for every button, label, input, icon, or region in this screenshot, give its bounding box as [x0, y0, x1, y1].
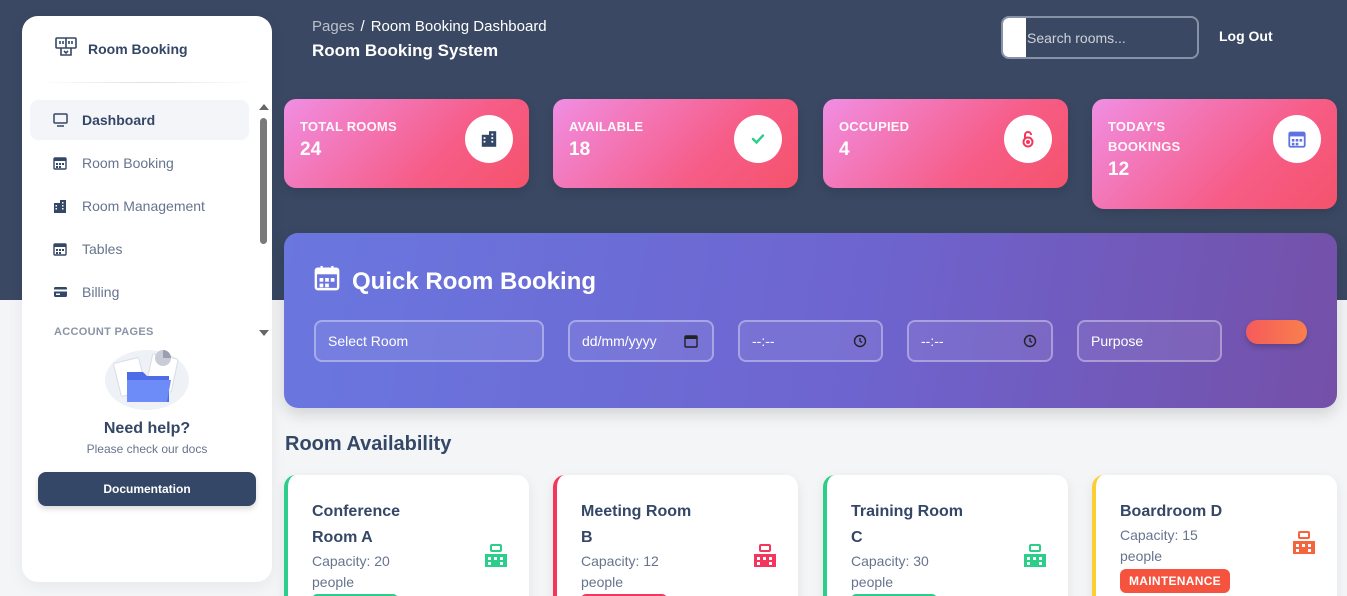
sidebar-item-billing[interactable]: Billing — [30, 272, 249, 312]
sidebar-item-dashboard[interactable]: Dashboard — [30, 100, 249, 140]
sidebar-nav: Dashboard Room Booking Room Management T… — [30, 100, 272, 338]
room-select-placeholder: Select Room — [328, 333, 409, 349]
scroll-up-arrow-icon[interactable] — [259, 104, 269, 110]
calendar-picker-icon[interactable] — [684, 334, 698, 351]
calendar-grid-icon — [52, 241, 68, 257]
sidebar-scrollbar[interactable] — [258, 102, 269, 338]
room-capacity: Capacity: 15 people — [1120, 527, 1198, 564]
stat-card-total-rooms: TOTAL ROOMS 24 — [284, 99, 529, 188]
sidebar-item-room-booking[interactable]: Room Booking — [30, 143, 249, 183]
folder-illustration-icon — [97, 342, 197, 412]
room-name: Meeting Room B — [581, 503, 692, 546]
start-time-placeholder: --:-- — [752, 333, 775, 349]
brand-divider — [38, 82, 256, 83]
search-box[interactable] — [1001, 16, 1199, 59]
building-icon — [52, 198, 68, 214]
sidebar-item-label: Tables — [82, 241, 123, 257]
stat-card-todays-bookings: TODAY'S BOOKINGS 12 — [1092, 99, 1337, 209]
sidebar-item-room-management[interactable]: Room Management — [30, 186, 249, 226]
stat-label: TODAY'S BOOKINGS — [1108, 119, 1181, 154]
building-icon — [483, 543, 509, 574]
status-badge: MAINTENANCE — [1120, 569, 1230, 593]
sidebar: Room Booking Dashboard Room Booking Room… — [22, 16, 272, 582]
breadcrumb-root[interactable]: Pages — [312, 18, 355, 35]
stat-label: AVAILABLE — [569, 119, 644, 134]
room-card-boardroom-d[interactable]: Boardroom D Capacity: 15 people MAINTENA… — [1092, 475, 1337, 596]
stat-card-available: AVAILABLE 18 — [553, 99, 798, 188]
logout-link[interactable]: Log Out — [1219, 28, 1273, 44]
quick-booking-heading: Quick Room Booking — [314, 265, 596, 298]
room-capacity: Capacity: 30 people — [851, 553, 929, 590]
room-name: Conference Room A — [312, 503, 401, 546]
calendar-icon — [52, 155, 68, 171]
brand[interactable]: Room Booking — [22, 16, 272, 82]
room-card-meeting-b[interactable]: Meeting Room B Capacity: 12 people — [553, 475, 798, 596]
room-capacity: Capacity: 20 people — [312, 553, 390, 590]
calendar-icon — [314, 265, 340, 298]
quick-booking-title: Quick Room Booking — [352, 267, 597, 295]
check-icon — [734, 115, 782, 163]
stat-card-occupied: OCCUPIED 4 — [823, 99, 1068, 188]
scrollbar-thumb[interactable] — [260, 118, 267, 244]
sidebar-item-label: Dashboard — [82, 112, 156, 128]
breadcrumb: Pages / Room Booking Dashboard — [312, 18, 547, 35]
unlock-icon — [1004, 115, 1052, 163]
room-booking-logo-icon — [54, 35, 78, 64]
start-time-input[interactable]: --:-- — [738, 320, 883, 362]
sidebar-item-label: Room Management — [82, 198, 205, 214]
room-select[interactable]: Select Room — [314, 320, 544, 362]
date-input[interactable]: dd/mm/yyyy — [568, 320, 714, 362]
date-placeholder: dd/mm/yyyy — [582, 333, 657, 349]
book-room-button[interactable] — [1246, 320, 1307, 344]
room-capacity: Capacity: 12 people — [581, 553, 659, 590]
search-icon-slot — [1003, 18, 1026, 57]
help-subtitle: Please check our docs — [86, 442, 208, 456]
room-card-training-c[interactable]: Training Room C Capacity: 30 people — [823, 475, 1068, 596]
purpose-placeholder: Purpose — [1091, 333, 1144, 349]
building-icon — [465, 115, 513, 163]
calendar-icon — [1273, 115, 1321, 163]
purpose-input[interactable]: Purpose — [1077, 320, 1222, 362]
scroll-down-arrow-icon[interactable] — [259, 330, 269, 336]
documentation-button[interactable]: Documentation — [38, 472, 256, 506]
help-card: Need help? Please check our docs — [22, 342, 272, 456]
credit-card-icon — [52, 284, 68, 300]
clock-icon[interactable] — [1023, 334, 1037, 351]
sidebar-item-tables[interactable]: Tables — [30, 229, 249, 269]
brand-name: Room Booking — [88, 41, 188, 57]
end-time-input[interactable]: --:-- — [907, 320, 1053, 362]
building-icon — [1022, 543, 1048, 574]
breadcrumb-separator: / — [360, 18, 365, 35]
building-icon — [1291, 530, 1317, 561]
room-card-conference-a[interactable]: Conference Room A Capacity: 20 people — [284, 475, 529, 596]
building-icon — [752, 543, 778, 574]
quick-booking-panel: Quick Room Booking Select Room dd/mm/yyy… — [284, 233, 1337, 408]
page-title: Room Booking System — [312, 41, 499, 60]
sidebar-item-label: Billing — [82, 284, 120, 300]
room-name: Training Room C — [851, 503, 963, 546]
sidebar-section-heading: ACCOUNT PAGES — [54, 326, 154, 338]
help-title: Need help? — [103, 420, 191, 437]
stat-label: TOTAL ROOMS — [300, 119, 397, 134]
room-name: Boardroom D — [1120, 503, 1223, 520]
stat-value: 12 — [1108, 159, 1130, 180]
breadcrumb-current: Room Booking Dashboard — [370, 18, 547, 35]
monitor-icon — [52, 112, 68, 128]
sidebar-item-label: Room Booking — [82, 155, 174, 171]
room-availability-title: Room Availability — [285, 433, 452, 455]
stat-label: OCCUPIED — [839, 119, 910, 134]
end-time-placeholder: --:-- — [921, 333, 944, 349]
search-input[interactable] — [1026, 18, 1197, 57]
clock-icon[interactable] — [853, 334, 867, 351]
